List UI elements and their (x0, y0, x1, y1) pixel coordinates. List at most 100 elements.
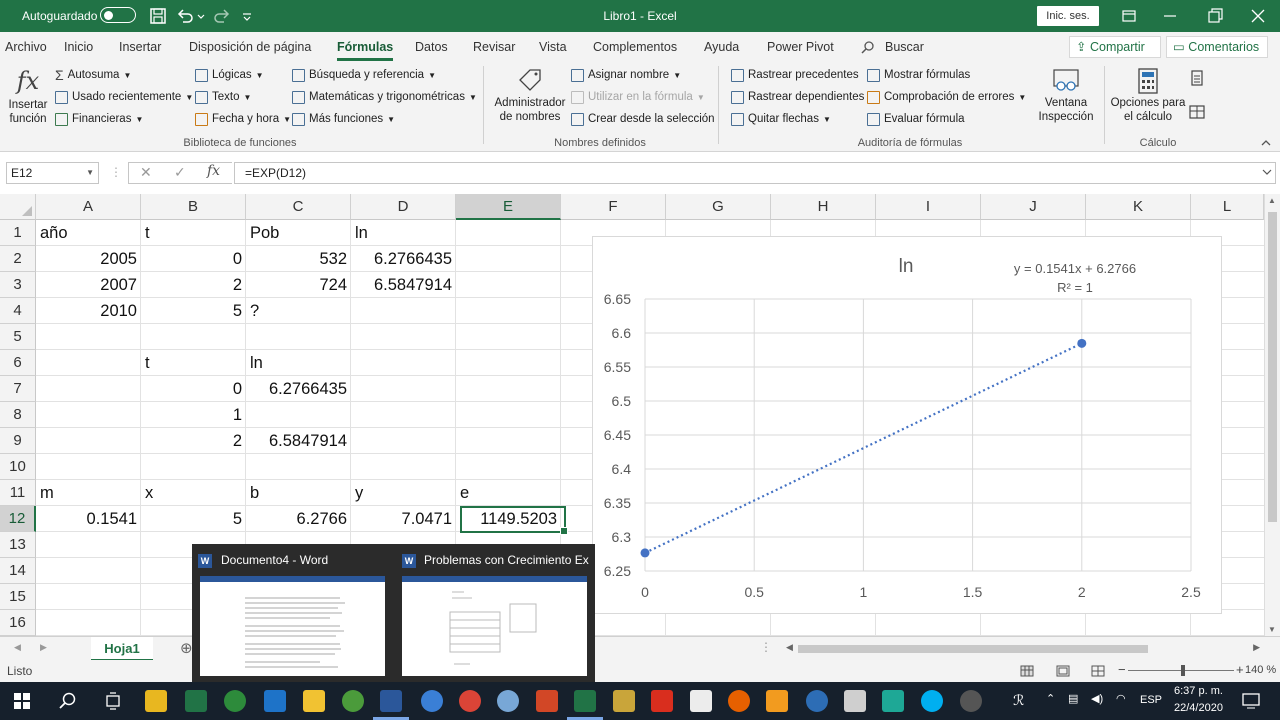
column-header-a[interactable]: A (36, 194, 141, 220)
signin-button[interactable]: Inic. ses. (1037, 6, 1099, 26)
language-indicator[interactable]: ESP (1140, 694, 1162, 706)
cell-a11[interactable]: m (36, 480, 141, 506)
network-icon[interactable]: ▤ (1068, 692, 1078, 705)
save-icon[interactable] (148, 6, 168, 26)
cell-d1[interactable]: ln (351, 220, 456, 246)
row-header-5[interactable]: 5 (0, 324, 36, 350)
recent-button[interactable]: Usado recientemente ▼ (55, 88, 193, 106)
sheet-tab-hoja1[interactable]: Hoja1 (91, 637, 153, 661)
collapse-ribbon-icon[interactable] (1260, 138, 1272, 148)
error-checking-button[interactable]: Comprobación de errores ▼ (867, 88, 1026, 106)
cell-c11[interactable]: b (246, 480, 351, 506)
row-header-15[interactable]: 15 (0, 584, 36, 610)
row-header-11[interactable]: 11 (0, 480, 36, 506)
mail-icon[interactable] (264, 690, 286, 712)
column-header-b[interactable]: B (141, 194, 246, 220)
tab-archivo[interactable]: Archivo (5, 40, 47, 54)
cell-b12[interactable]: 5 (141, 506, 246, 532)
page-break-icon[interactable] (1091, 665, 1105, 677)
calculate-now-icon[interactable] (1189, 70, 1205, 86)
zoom-in-icon[interactable]: + (1236, 662, 1244, 677)
trace-precedents-button[interactable]: Rastrear precedentes (731, 66, 859, 84)
chevron-up-icon[interactable]: ⌃ (1046, 692, 1055, 705)
calculate-sheet-icon[interactable] (1189, 104, 1205, 120)
tab-revisar[interactable]: Revisar (473, 40, 515, 54)
customize-toolbar-icon[interactable] (240, 6, 254, 26)
cell-a3[interactable]: 2007 (36, 272, 141, 298)
show-formulas-button[interactable]: Mostrar fórmulas (867, 66, 970, 84)
windows-start-icon[interactable] (14, 693, 30, 709)
cell-e12[interactable]: 1149.5203 (456, 506, 561, 532)
file-explorer-icon[interactable] (303, 690, 325, 712)
app-q-icon[interactable] (342, 690, 364, 712)
zoom-slider-thumb[interactable] (1181, 665, 1185, 676)
cell-c12[interactable]: 6.2766 (246, 506, 351, 532)
row-header-4[interactable]: 4 (0, 298, 36, 324)
preview-doc-thumbnail[interactable] (402, 576, 587, 676)
horizontal-scrollbar[interactable]: ◀ ▶ (784, 642, 1260, 656)
column-header-c[interactable]: C (246, 194, 351, 220)
expand-formula-bar-icon[interactable] (1262, 168, 1272, 176)
cell-d3[interactable]: 6.5847914 (351, 272, 456, 298)
row-header-10[interactable]: 10 (0, 454, 36, 480)
column-header-g[interactable]: G (666, 194, 771, 220)
name-box[interactable]: E12 ▼ (6, 162, 99, 184)
watch-window-button[interactable]: Ventana Inspección (1033, 66, 1099, 124)
text-button[interactable]: Texto ▼ (195, 88, 251, 106)
horizontal-scroll-thumb[interactable] (798, 645, 1148, 653)
notepad-icon[interactable] (690, 690, 712, 712)
page-layout-icon[interactable] (1056, 665, 1070, 677)
restore-icon[interactable] (1205, 6, 1225, 26)
task-view-icon[interactable] (104, 692, 122, 710)
cell-b9[interactable]: 2 (141, 428, 246, 454)
row-header-9[interactable]: 9 (0, 428, 36, 454)
cell-d11[interactable]: y (351, 480, 456, 506)
tab-disposicion[interactable]: Disposición de página (189, 40, 311, 54)
excel-taskbar-icon[interactable] (574, 690, 596, 712)
more-functions-button[interactable]: Más funciones ▼ (292, 110, 395, 128)
row-header-8[interactable]: 8 (0, 402, 36, 428)
cell-c1[interactable]: Pob (246, 220, 351, 246)
financial-button[interactable]: Financieras ▼ (55, 110, 143, 128)
cell-b8[interactable]: 1 (141, 402, 246, 428)
ribbon-display-icon[interactable] (1119, 6, 1139, 26)
tab-power-pivot[interactable]: Power Pivot (767, 40, 834, 54)
r-icon[interactable] (806, 690, 828, 712)
search-icon[interactable] (861, 40, 875, 54)
logical-button[interactable]: Lógicas ▼ (195, 66, 264, 84)
search-box[interactable]: Buscar (885, 40, 924, 54)
undo-dropdown-icon[interactable] (196, 6, 206, 26)
cell-b4[interactable]: 5 (141, 298, 246, 324)
scroll-right-icon[interactable]: ▶ (1253, 642, 1260, 653)
remove-arrows-button[interactable]: Quitar flechas ▼ (731, 110, 831, 128)
normal-view-icon[interactable] (1020, 665, 1034, 677)
insert-function-icon[interactable]: fx (207, 163, 220, 179)
chart[interactable]: 6.25 6.3 6.35 6.4 6.45 6.5 6.55 6.6 6.65 0 0.5 1 1.5… (592, 236, 1222, 614)
row-header-1[interactable]: 1 (0, 220, 36, 246)
tab-vista[interactable]: Vista (539, 40, 567, 54)
acrobat-icon[interactable] (651, 690, 673, 712)
row-header-16[interactable]: 16 (0, 610, 36, 636)
enter-icon[interactable]: ✓ (174, 164, 186, 181)
cell-b7[interactable]: 0 (141, 376, 246, 402)
trace-dependents-button[interactable]: Rastrear dependientes (731, 88, 864, 106)
tab-split-icon[interactable]: ⋮ (760, 640, 772, 654)
cell-b1[interactable]: t (141, 220, 246, 246)
add-sheet-icon[interactable]: ⊕ (180, 639, 193, 657)
cell-c4[interactable]: ? (246, 298, 351, 324)
insert-function-button[interactable]: fx Insertar función (4, 64, 52, 126)
column-header-i[interactable]: I (876, 194, 981, 220)
row-header-3[interactable]: 3 (0, 272, 36, 298)
name-manager-button[interactable]: Administrador de nombres (490, 66, 570, 124)
vertical-scrollbar[interactable]: ▲ ▼ (1264, 194, 1280, 636)
preview-word-title[interactable]: Documento4 - Word (221, 553, 381, 567)
row-header-7[interactable]: 7 (0, 376, 36, 402)
create-from-selection-button[interactable]: Crear desde la selección (571, 110, 715, 128)
vertical-scroll-thumb[interactable] (1268, 212, 1277, 522)
row-header-12[interactable]: 12 (0, 506, 36, 532)
next-sheet-icon[interactable]: ▶ (40, 642, 47, 653)
cell-c3[interactable]: 724 (246, 272, 351, 298)
preview-word-thumbnail[interactable] (200, 576, 385, 676)
calculator-taskbar-icon[interactable] (844, 690, 866, 712)
autosum-button[interactable]: Σ Autosuma ▼ (55, 66, 131, 84)
